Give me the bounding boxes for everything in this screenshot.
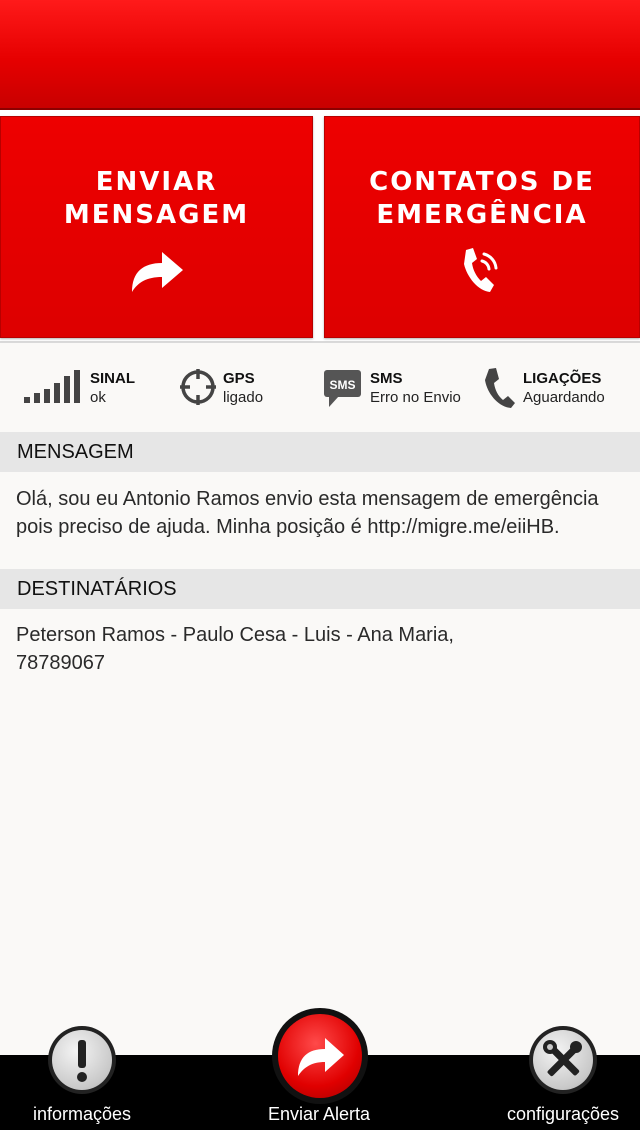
emergency-contacts-title: CONTATOS DE EMERGÊNCIA — [369, 167, 595, 230]
send-alert-button[interactable] — [272, 1008, 368, 1104]
info-button[interactable] — [48, 1026, 116, 1094]
status-calls: LIGAÇÕES Aguardando — [482, 367, 632, 411]
phone-ringing-icon — [457, 244, 507, 303]
signal-value: ok — [90, 389, 106, 406]
share-arrow-icon — [278, 1014, 362, 1098]
calls-value: Aguardando — [523, 389, 605, 406]
settings-button[interactable] — [529, 1026, 597, 1094]
gps-label: GPS — [223, 370, 255, 387]
message-text: Olá, sou eu Antonio Ramos envio esta men… — [16, 488, 599, 538]
exclamation-icon — [52, 1030, 112, 1090]
sms-label: SMS — [370, 370, 403, 387]
action-tiles: ENVIAR MENSAGEM CONTATOS DE EMERGÊNCIA — [0, 110, 640, 343]
send-alert-label: Enviar Alerta — [267, 1104, 371, 1124]
status-signal: SINAL ok — [22, 367, 152, 411]
tools-icon — [533, 1030, 593, 1090]
emergency-contacts-tile[interactable]: CONTATOS DE EMERGÊNCIA — [324, 116, 640, 338]
send-message-title: ENVIAR MENSAGEM — [63, 167, 250, 230]
phone-icon — [482, 367, 518, 414]
recipients-text: Peterson Ramos - Paulo Cesa - Luis - Ana… — [16, 624, 454, 674]
send-message-tile[interactable]: ENVIAR MENSAGEM — [0, 116, 313, 338]
status-sms: SMS SMS Erro no Envio — [323, 367, 473, 411]
status-row: SINAL ok GPS ligado SMS SMS Erro no Envi… — [0, 345, 640, 432]
info-label: informações — [32, 1104, 132, 1124]
sms-bubble-icon: SMS — [323, 367, 363, 414]
sms-value: Erro no Envio — [370, 389, 461, 406]
message-section-header: MENSAGEM — [0, 432, 640, 472]
status-gps: GPS ligado — [179, 367, 299, 411]
signal-label: SINAL — [90, 370, 135, 387]
calls-label: LIGAÇÕES — [523, 370, 602, 387]
signal-bars-icon — [22, 367, 84, 412]
gps-value: ligado — [223, 389, 264, 406]
settings-label: configurações — [506, 1104, 620, 1124]
crosshair-icon — [179, 367, 219, 412]
top-bar — [0, 0, 640, 110]
sms-icon-text: SMS — [329, 378, 355, 392]
recipients-section-header: DESTINATÁRIOS — [0, 569, 640, 609]
share-arrow-icon — [127, 244, 187, 301]
